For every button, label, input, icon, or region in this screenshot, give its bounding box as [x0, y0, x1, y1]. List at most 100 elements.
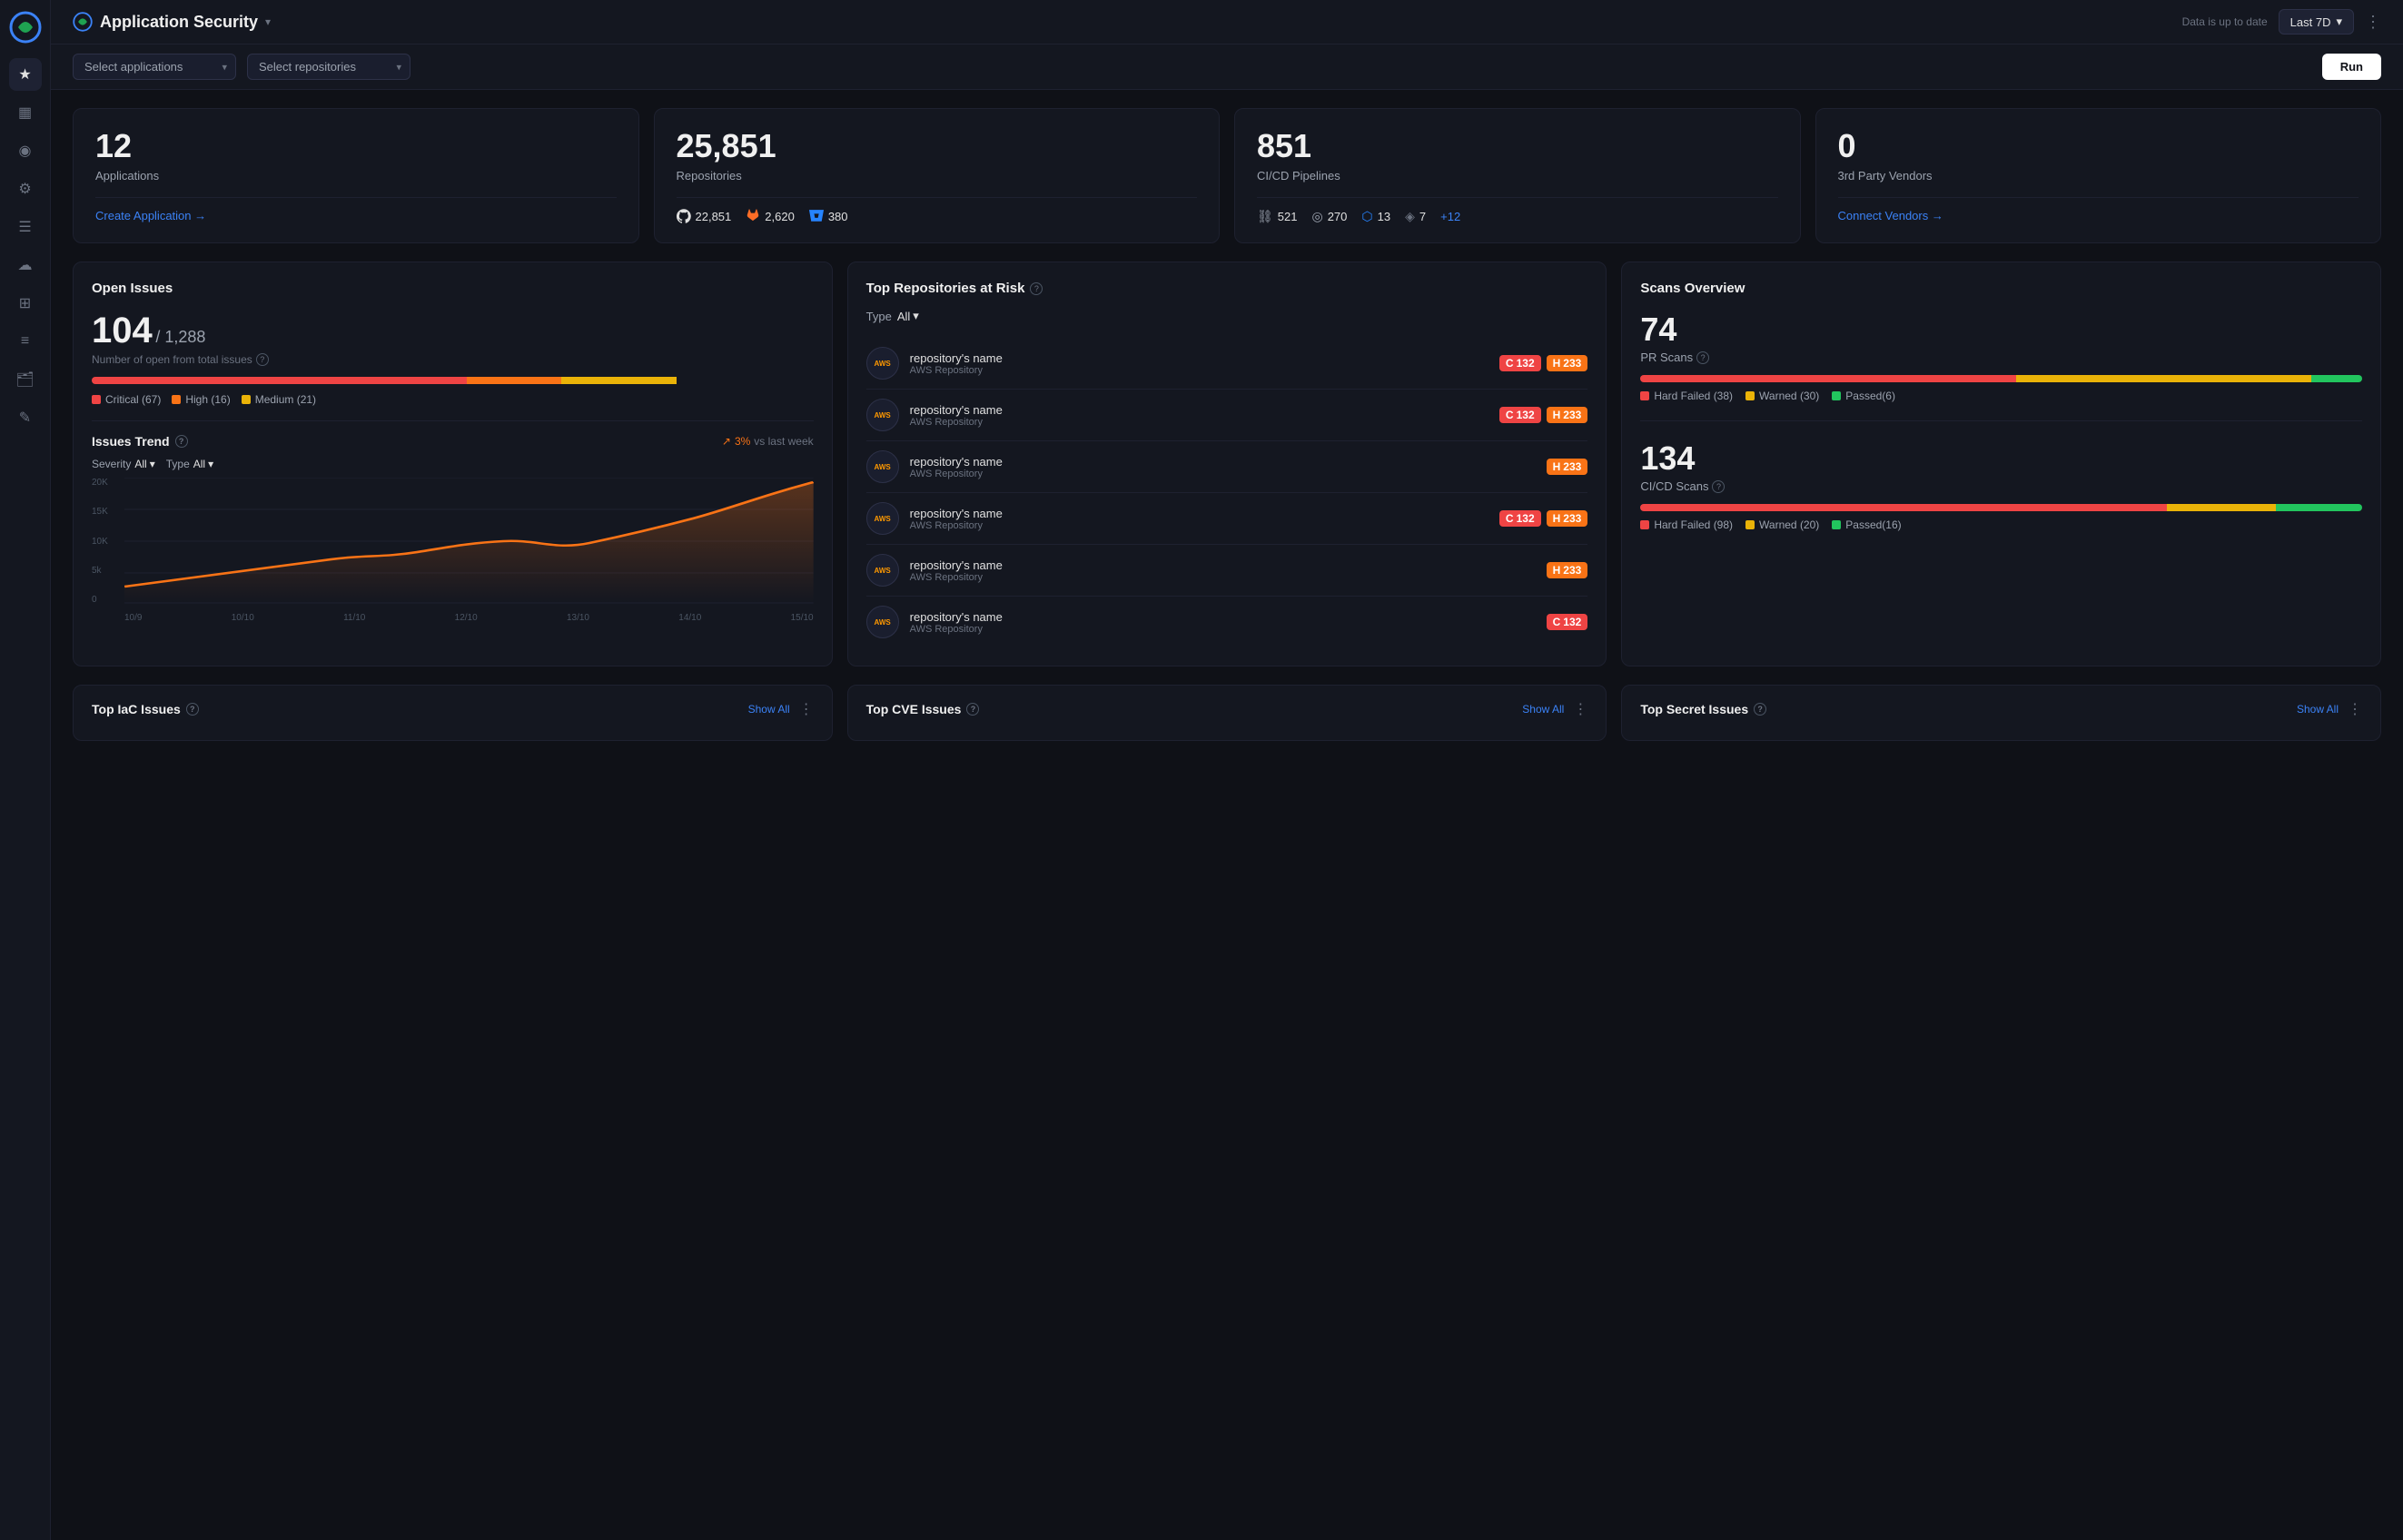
repo-item-4[interactable]: aws repository's name AWS Repository C13… — [866, 493, 1588, 545]
pipelines-label: CI/CD Pipelines — [1257, 169, 1778, 183]
repositories-number: 25,851 — [677, 127, 1198, 165]
trend-pct-wrapper: ↗ 3% vs last week — [722, 435, 814, 448]
header: Application Security ▾ Data is up to dat… — [51, 0, 2403, 44]
secrets-show-all-link[interactable]: Show All — [2297, 703, 2339, 716]
pipeline-icon2: ◎ 270 — [1311, 209, 1347, 224]
cicd-legend-failed: Hard Failed (98) — [1640, 518, 1733, 531]
create-application-link[interactable]: Create Application → — [95, 209, 206, 222]
title-chevron-icon[interactable]: ▾ — [265, 15, 271, 28]
trend-direction: ↗ — [722, 435, 731, 448]
type-val-trend[interactable]: All ▾ — [193, 458, 213, 470]
pipeline-icon3: ⬡ 13 — [1361, 209, 1390, 224]
open-issues-total: / 1,288 — [155, 328, 205, 346]
severity-val[interactable]: All ▾ — [134, 458, 154, 470]
secrets-more-icon[interactable]: ⋮ — [2348, 700, 2362, 718]
trend-chart: 20K15K10K5k0 — [92, 478, 814, 623]
severity-chevron-icon: ▾ — [150, 458, 155, 470]
badge-critical-2: C132 — [1499, 407, 1541, 423]
sidebar-item-files[interactable]: 🗂 — [9, 363, 42, 396]
repositories-select[interactable]: Select repositories — [247, 54, 410, 80]
repo-item-1[interactable]: aws repository's name AWS Repository C13… — [866, 338, 1588, 390]
cicd-scan-bar — [1640, 504, 2362, 511]
repo-avatar-1: aws — [866, 347, 899, 380]
top-repos-title: Top Repositories at Risk — [866, 281, 1025, 296]
iac-show-all-link[interactable]: Show All — [748, 703, 790, 716]
pipeline-plus-link[interactable]: +12 — [1440, 210, 1460, 223]
pr-scans-number: 74 — [1640, 311, 2362, 349]
bar-medium — [561, 377, 677, 384]
cicd-scans-info-icon[interactable]: ? — [1712, 480, 1725, 493]
trend-info-icon[interactable]: ? — [175, 435, 188, 448]
open-issues-panel: Open Issues 104 / 1,288 Number of open f… — [73, 262, 833, 666]
sidebar-item-layers[interactable]: ≡ — [9, 325, 42, 358]
sidebar-item-favorites[interactable]: ★ — [9, 58, 42, 91]
sidebar-item-security[interactable]: ◉ — [9, 134, 42, 167]
type-val-repos[interactable]: All ▾ — [897, 309, 919, 323]
sidebar-item-edit[interactable]: ✎ — [9, 401, 42, 434]
pr-bar-warned — [2016, 375, 2312, 382]
cve-title: Top CVE Issues ? — [866, 702, 980, 716]
header-more-icon[interactable]: ⋮ — [2365, 13, 2381, 32]
iac-more-icon[interactable]: ⋮ — [799, 700, 814, 718]
pr-scans-info-icon[interactable]: ? — [1696, 351, 1709, 364]
content-area: 12 Applications Create Application → 25,… — [51, 90, 2403, 1540]
repositories-label: Repositories — [677, 169, 1198, 183]
cicd-scans-number: 134 — [1640, 439, 2362, 478]
badge-high-4: H233 — [1547, 510, 1588, 527]
sidebar-item-dashboard[interactable]: ▦ — [9, 96, 42, 129]
sidebar-item-reports[interactable]: ☰ — [9, 211, 42, 243]
bottom-row: Top IaC Issues ? Show All ⋮ Top CVE Issu… — [73, 685, 2381, 741]
applications-select[interactable]: Select applications — [73, 54, 236, 80]
stat-card-applications: 12 Applications Create Application → — [73, 108, 639, 243]
iac-header: Top IaC Issues ? Show All ⋮ — [92, 700, 814, 718]
repo-name-6: repository's name — [910, 610, 1536, 624]
dashboard-grid: Open Issues 104 / 1,288 Number of open f… — [73, 262, 2381, 666]
cve-panel: Top CVE Issues ? Show All ⋮ — [847, 685, 1607, 741]
cve-show-all-link[interactable]: Show All — [1522, 703, 1564, 716]
sidebar-item-settings[interactable]: ⚙ — [9, 173, 42, 205]
github-count: 22,851 — [696, 210, 732, 223]
repositories-filter-wrapper: Select repositories — [247, 54, 410, 80]
pr-legend-warned: Warned (30) — [1745, 390, 1819, 402]
stat-card-vendors: 0 3rd Party Vendors Connect Vendors → — [1815, 108, 2382, 243]
time-selector-button[interactable]: Last 7D ▾ — [2279, 9, 2354, 35]
header-logo-icon — [73, 12, 93, 32]
top-repos-panel: Top Repositories at Risk ? Type All ▾ aw… — [847, 262, 1607, 666]
connect-vendors-link[interactable]: Connect Vendors → — [1838, 209, 1943, 222]
app-logo[interactable] — [9, 11, 42, 44]
top-repos-info-icon[interactable]: ? — [1030, 282, 1043, 295]
cve-header: Top CVE Issues ? Show All ⋮ — [866, 700, 1588, 718]
trend-pct: 3% — [735, 435, 750, 448]
repo-name-5: repository's name — [910, 558, 1536, 572]
open-issues-sub: Number of open from total issues ? — [92, 353, 814, 366]
repo-icons-row: 22,851 2,620 380 — [677, 209, 1198, 223]
repo-name-2: repository's name — [910, 403, 1488, 417]
cve-info-icon[interactable]: ? — [966, 703, 979, 716]
sidebar-item-cloud[interactable]: ☁ — [9, 249, 42, 281]
secrets-header: Top Secret Issues ? Show All ⋮ — [1640, 700, 2362, 718]
pr-bar-failed — [1640, 375, 2015, 382]
repo-name-1: repository's name — [910, 351, 1488, 365]
repo-badges-5: H233 — [1547, 562, 1588, 578]
cve-actions: Show All ⋮ — [1522, 700, 1587, 718]
iac-info-icon[interactable]: ? — [186, 703, 199, 716]
pr-bar-passed — [2311, 375, 2362, 382]
pr-scan-bar — [1640, 375, 2362, 382]
repo-avatar-3: aws — [866, 450, 899, 483]
repo-badges-2: C132 H233 — [1499, 407, 1587, 423]
open-issues-info-icon[interactable]: ? — [256, 353, 269, 366]
repo-item-3[interactable]: aws repository's name AWS Repository H23… — [866, 441, 1588, 493]
type-repos-chevron-icon: ▾ — [913, 309, 919, 323]
run-button[interactable]: Run — [2322, 54, 2381, 80]
repo-item-2[interactable]: aws repository's name AWS Repository C13… — [866, 390, 1588, 441]
sidebar-item-grid[interactable]: ⊞ — [9, 287, 42, 320]
repo-item-6[interactable]: aws repository's name AWS Repository C13… — [866, 597, 1588, 647]
badge-high-3: H233 — [1547, 459, 1588, 475]
cve-more-icon[interactable]: ⋮ — [1573, 700, 1587, 718]
applications-label: Applications — [95, 169, 617, 183]
sidebar: ★ ▦ ◉ ⚙ ☰ ☁ ⊞ ≡ 🗂 ✎ — [0, 0, 51, 1540]
legend-medium: Medium (21) — [242, 393, 316, 406]
pipeline-count1: 521 — [1278, 210, 1298, 223]
repo-item-5[interactable]: aws repository's name AWS Repository H23… — [866, 545, 1588, 597]
secrets-info-icon[interactable]: ? — [1754, 703, 1766, 716]
